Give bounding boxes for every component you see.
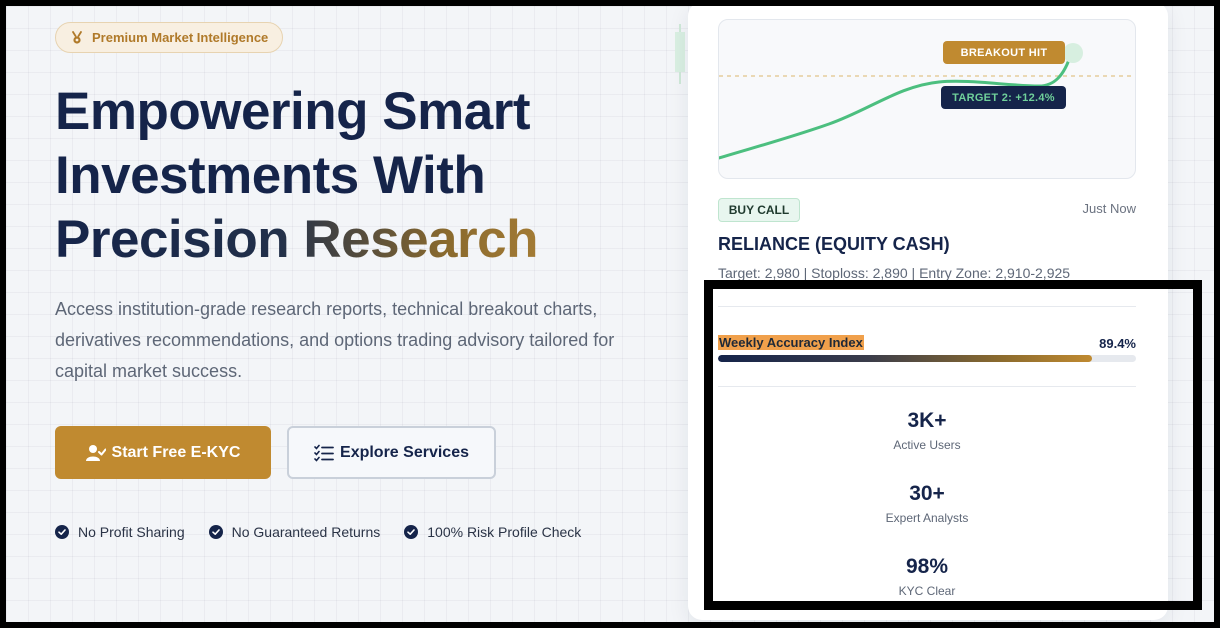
signal-card: BREAKOUT HIT TARGET 2: +12.4% BUY CALL J…: [688, 6, 1168, 620]
stat-label: KYC Clear: [898, 584, 956, 598]
stat-kyc-clear: 98% KYC Clear: [718, 554, 1136, 598]
hero-title-line2: Investments With: [55, 146, 486, 205]
hero-title-line3: Precision Research: [55, 208, 615, 272]
explore-services-button[interactable]: Explore Services: [287, 426, 496, 479]
stock-levels: Target: 2,980 | Stoploss: 2,890 | Entry …: [718, 265, 1071, 281]
medal-icon: [72, 30, 82, 44]
stat-active-users: 3K+ Active Users: [718, 408, 1136, 452]
stat-value: 3K+: [907, 409, 947, 432]
assurance-label: No Guaranteed Returns: [231, 524, 381, 540]
assurance-label: 100% Risk Profile Check: [427, 524, 582, 540]
assurance-item: No Profit Sharing: [55, 524, 185, 540]
accuracy-value: 89.4%: [1099, 336, 1136, 351]
stat-value: 30+: [909, 482, 945, 505]
stat-label: Expert Analysts: [885, 511, 969, 525]
accuracy-progress: [718, 355, 1136, 362]
check-circle-icon: [55, 525, 69, 539]
stock-name: RELIANCE (EQUITY CASH): [718, 234, 950, 254]
hero-title-word-research: Research: [303, 210, 538, 269]
breakout-point: [1063, 43, 1083, 63]
breakout-chart: BREAKOUT HIT TARGET 2: +12.4%: [718, 19, 1136, 179]
stat-value: 98%: [905, 555, 949, 578]
explore-services-label: Explore Services: [340, 443, 469, 461]
page-frame: Premium Market Intelligence Empowering S…: [6, 6, 1214, 622]
divider: [718, 306, 1136, 307]
check-circle-icon: [208, 525, 223, 539]
decorative-candle-icon: [675, 24, 685, 84]
hero-title: Empowering Smart Investments With Precis…: [55, 80, 615, 272]
stat-label: Active Users: [893, 438, 961, 452]
accuracy-label: Weekly Accuracy Index: [718, 335, 864, 350]
target-tag: TARGET 2: +12.4%: [941, 86, 1066, 109]
assurance-item: 100% Risk Profile Check: [404, 524, 581, 540]
divider: [718, 386, 1136, 387]
hero-title-line1: Empowering Smart: [55, 82, 530, 141]
checklist-icon: [314, 444, 334, 462]
breakout-hit-tag: BREAKOUT HIT: [943, 41, 1065, 64]
assurance-item: No Guaranteed Returns: [208, 524, 381, 540]
stat-expert-analysts: 30+ Expert Analysts: [718, 481, 1136, 525]
accuracy-progress-fill: [718, 355, 1092, 362]
start-ekyc-label: Start Free E-KYC: [111, 443, 241, 461]
assurance-list: No Profit Sharing No Guaranteed Returns …: [55, 524, 581, 540]
breakout-chart-svg: [719, 43, 1135, 160]
badge-label: Premium Market Intelligence: [92, 30, 269, 45]
user-check-icon: [85, 444, 106, 461]
premium-badge: Premium Market Intelligence: [55, 22, 283, 53]
buy-call-badge: BUY CALL: [718, 198, 800, 222]
start-ekyc-button[interactable]: Start Free E-KYC: [55, 426, 271, 479]
assurance-label: No Profit Sharing: [78, 524, 185, 540]
hero-title-word-precision: Precision: [55, 210, 290, 269]
timestamp: Just Now: [1082, 201, 1136, 216]
check-circle-icon: [404, 525, 419, 539]
hero-description: Access institution-grade research report…: [55, 299, 615, 381]
